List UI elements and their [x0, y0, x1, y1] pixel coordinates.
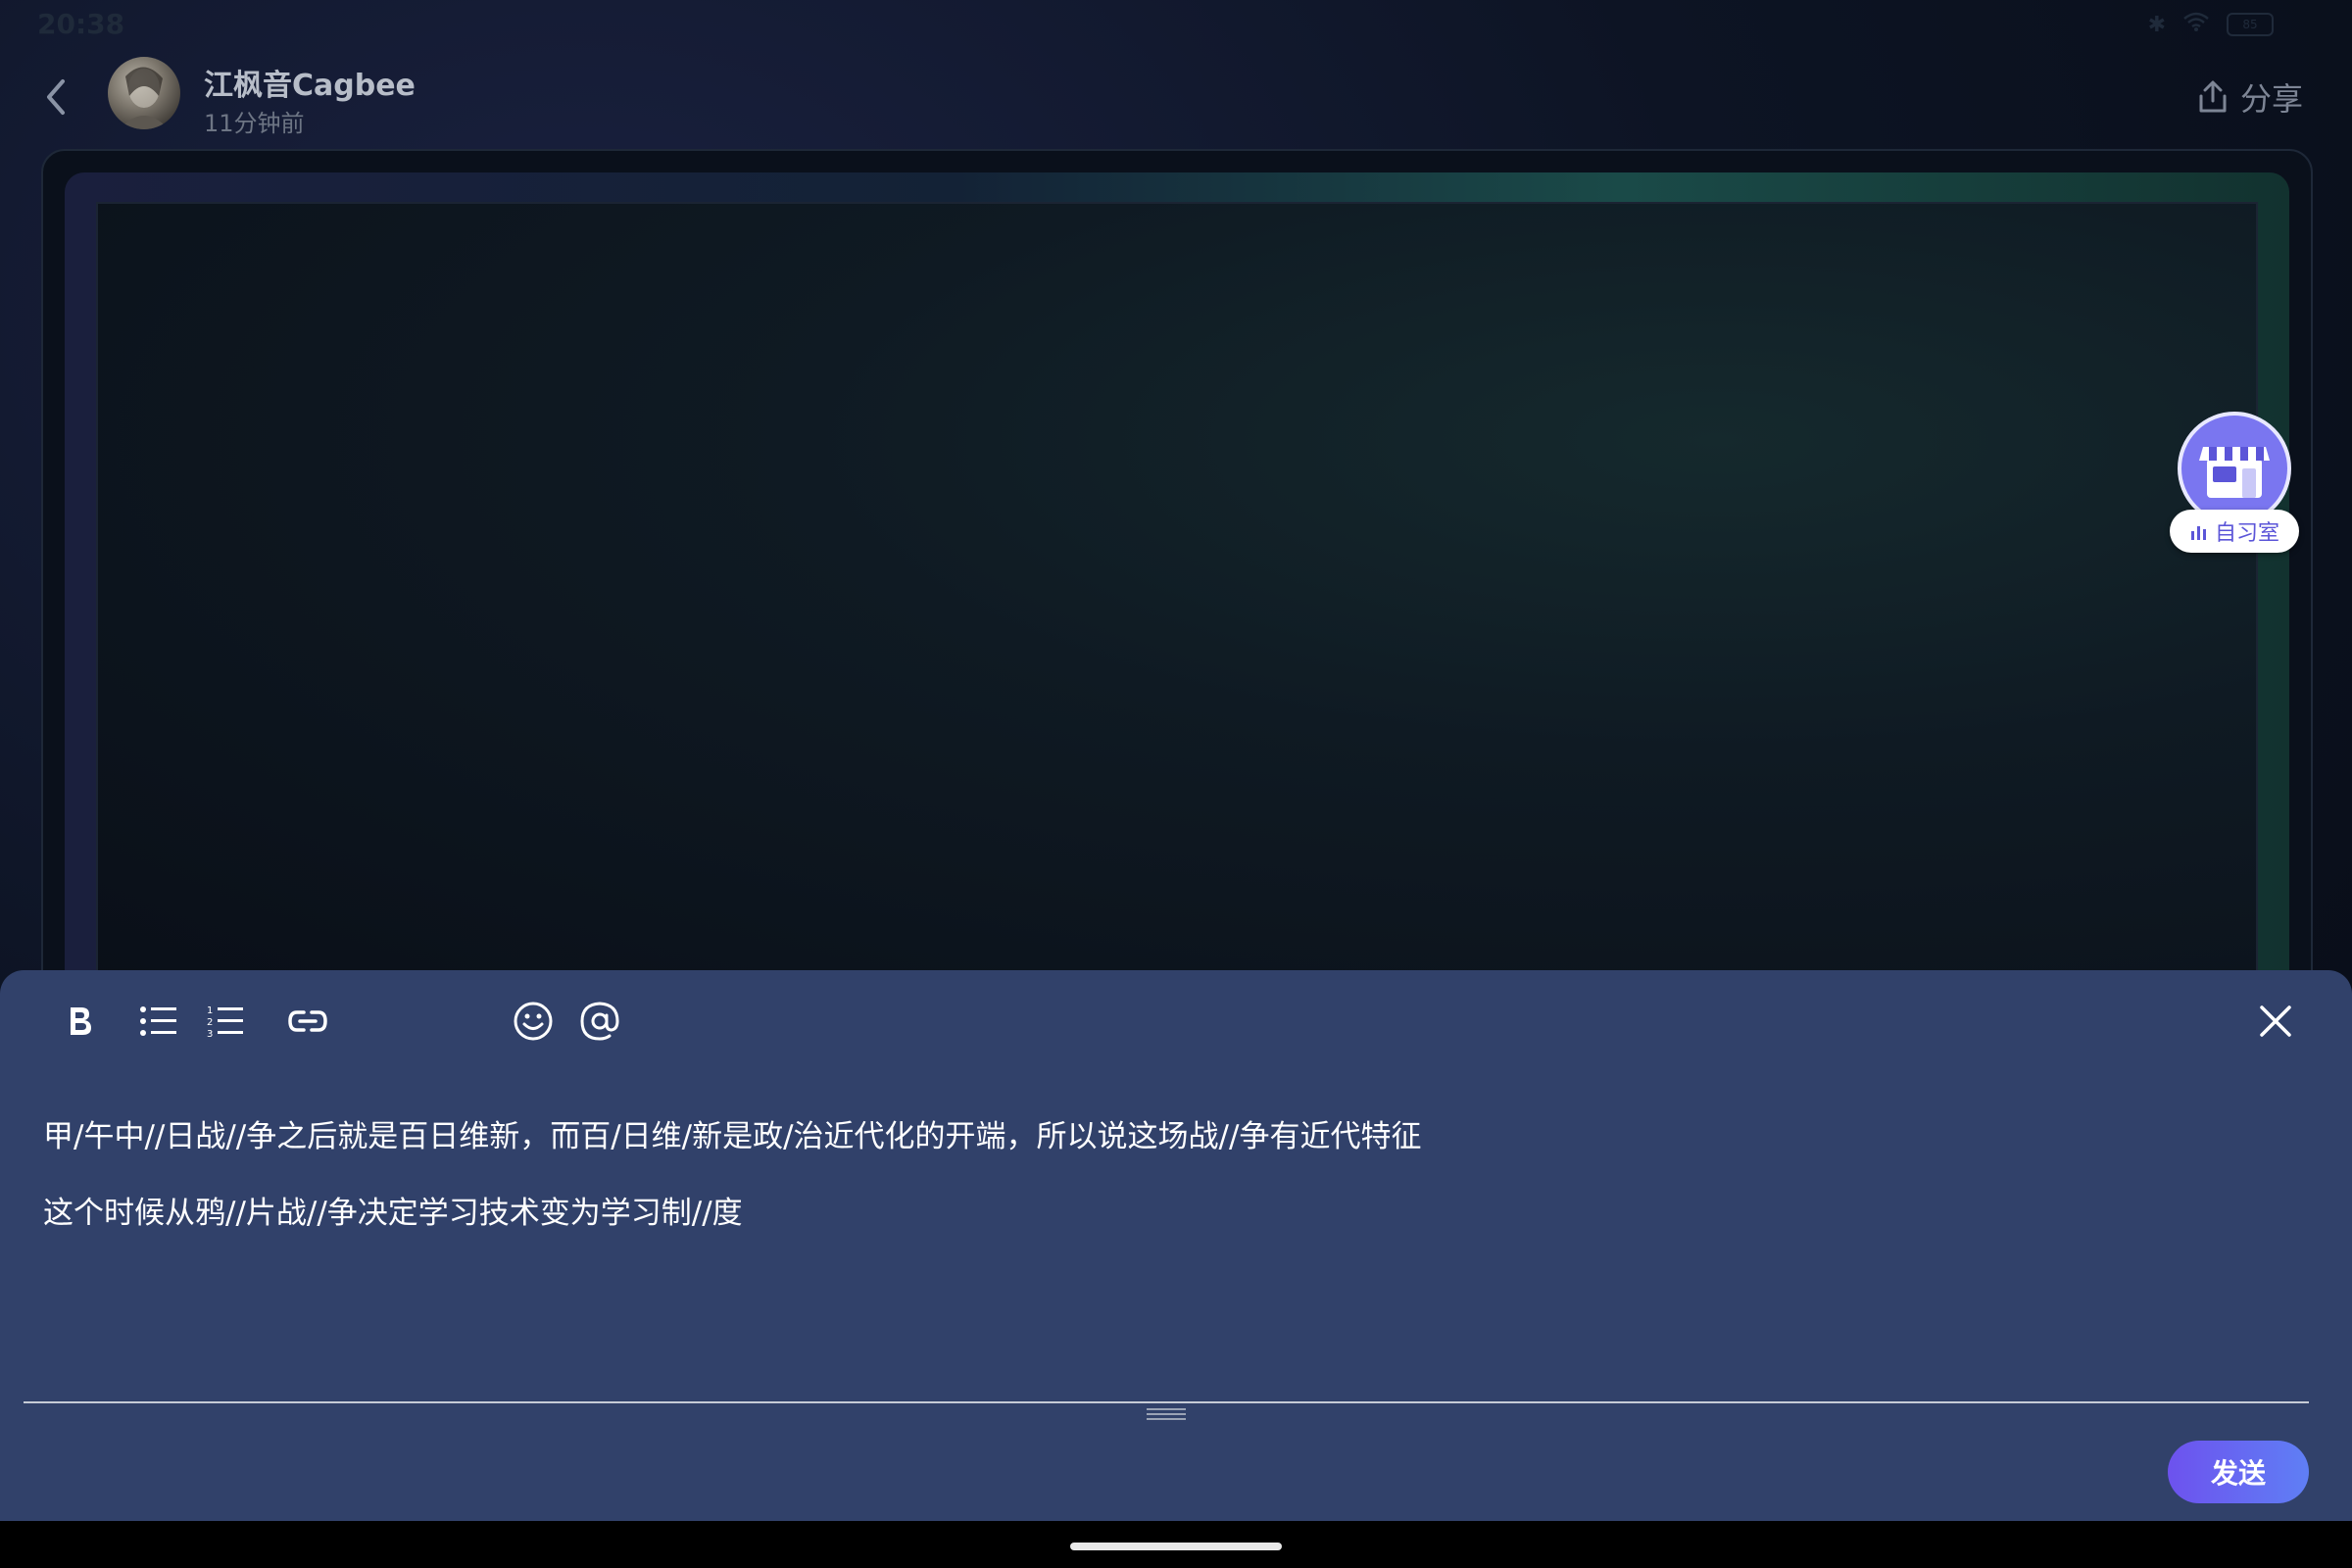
editor-divider — [24, 1401, 2309, 1403]
post-content-canvas — [96, 202, 2258, 994]
svg-text:3: 3 — [207, 1029, 213, 1039]
comment-editor-panel: 1 2 3 甲/午中//日战//争之后就是百日维新，而百/日维/新是政/治近代化… — [0, 970, 2352, 1521]
svg-text:1: 1 — [207, 1005, 213, 1016]
share-button[interactable]: 分享 — [2197, 74, 2303, 120]
share-label: 分享 — [2239, 80, 2303, 118]
link-button[interactable] — [282, 996, 333, 1047]
battery-icon: 85 — [2227, 13, 2274, 36]
numbered-list-button[interactable]: 1 2 3 — [200, 996, 251, 1047]
bullet-list-button[interactable] — [133, 996, 184, 1047]
home-indicator[interactable] — [1070, 1543, 1282, 1550]
author-name[interactable]: 江枫音Cagbee — [204, 61, 416, 104]
system-navigation-bar — [0, 1521, 2352, 1568]
bar-chart-icon — [2190, 526, 2206, 540]
emoji-icon — [514, 1002, 553, 1041]
post-header: 江枫音Cagbee 11分钟前 分享 — [0, 49, 2352, 147]
study-room-label: 自习室 — [2170, 510, 2299, 553]
back-button[interactable] — [35, 73, 74, 122]
post-content-background — [65, 172, 2289, 994]
send-button[interactable]: 发送 — [2168, 1441, 2309, 1503]
resize-handle[interactable] — [1147, 1408, 1186, 1422]
wifi-icon — [2183, 12, 2209, 37]
bold-icon — [71, 1007, 91, 1035]
bluetooth-icon: ✱ — [2147, 12, 2166, 37]
editor-line-1: 甲/午中//日战//争之后就是百日维新，而百/日维/新是政/治近代化的开端，所以… — [43, 1119, 1422, 1154]
author-avatar[interactable] — [108, 57, 180, 129]
editor-toolbar: 1 2 3 — [0, 970, 2352, 1068]
editor-line-2: 这个时候从鸦//片战//争决定学习技术变为学习制//度 — [43, 1196, 743, 1231]
status-time: 20:38 — [37, 8, 125, 40]
share-icon — [2199, 80, 2227, 113]
study-room-text: 自习室 — [2214, 521, 2279, 546]
svg-text:2: 2 — [207, 1017, 213, 1028]
post-content-frame — [41, 149, 2313, 996]
bold-button[interactable] — [55, 996, 106, 1047]
post-timestamp: 11分钟前 — [204, 110, 305, 137]
close-icon — [2260, 1005, 2291, 1037]
status-bar: 20:38 ✱ 85 — [0, 0, 2352, 49]
status-icons: ✱ 85 — [2148, 12, 2274, 37]
app-screen: 20:38 ✱ 85 江枫音Cagbee 11分钟前 分享 自习室 1 2 3 … — [0, 0, 2352, 1568]
study-room-button[interactable]: 自习室 — [2170, 412, 2299, 559]
numbered-list-icon: 1 2 3 — [207, 1005, 243, 1039]
study-room-avatar — [2178, 412, 2291, 525]
link-icon — [288, 1010, 327, 1032]
bullet-list-icon — [140, 1006, 176, 1036]
mention-button[interactable] — [574, 996, 625, 1047]
comment-text-area[interactable]: 甲/午中//日战//争之后就是百日维新，而百/日维/新是政/治近代化的开端，所以… — [43, 1117, 2309, 1270]
mention-icon — [580, 1002, 619, 1041]
storefront-icon — [2199, 447, 2270, 498]
emoji-button[interactable] — [508, 996, 559, 1047]
close-editor-button[interactable] — [2250, 996, 2301, 1047]
chevron-left-icon — [47, 79, 65, 115]
